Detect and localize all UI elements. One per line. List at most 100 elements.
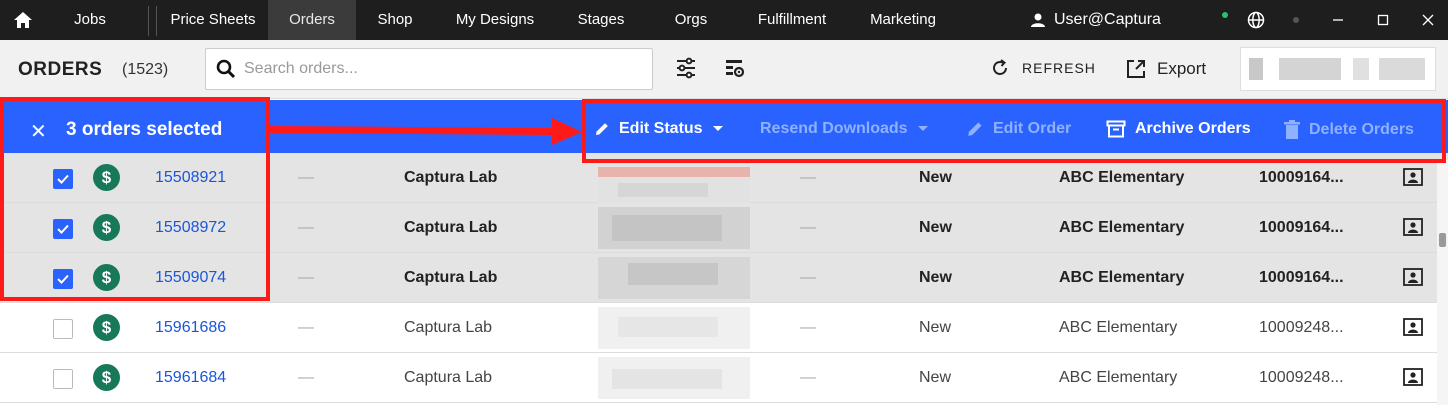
status-text: New (919, 269, 952, 286)
empty-cell: — (298, 219, 314, 236)
organization-name: ABC Elementary (1059, 319, 1178, 336)
nav-item-jobs[interactable]: Jobs (60, 0, 120, 40)
resend-downloads-button[interactable]: Resend Downloads (760, 120, 929, 138)
redacted-cell (598, 253, 750, 303)
search-input[interactable] (244, 57, 644, 81)
paid-dollar-icon: $ (93, 314, 120, 341)
id-card-icon[interactable] (1403, 168, 1423, 186)
orders-header: ORDERS (1523) REFRESH Export (0, 40, 1448, 99)
archive-orders-button[interactable]: Archive Orders (1106, 120, 1251, 138)
refresh-label: REFRESH (1022, 60, 1096, 76)
export-button[interactable]: Export (1125, 58, 1206, 80)
redacted-cell (598, 303, 750, 353)
id-card-icon[interactable] (1403, 218, 1423, 236)
home-button[interactable] (0, 0, 46, 40)
status-text: New (919, 219, 952, 236)
page-title: ORDERS (18, 59, 103, 80)
nav-item-orders[interactable]: Orders (268, 0, 356, 40)
user-menu[interactable]: User@Captura (1030, 0, 1161, 40)
order-code: 10009248... (1259, 319, 1344, 336)
id-card-icon[interactable] (1403, 318, 1423, 336)
scrollbar-thumb[interactable] (1439, 233, 1446, 247)
chevron-down-icon (712, 126, 723, 131)
chevron-down-icon (917, 126, 928, 131)
check-icon (57, 274, 69, 284)
table-row[interactable]: $ 15509074 — Captura Lab — New ABC Eleme… (0, 253, 1448, 303)
organization-name: ABC Elementary (1059, 169, 1185, 186)
table-row[interactable]: $ 15961684 — Captura Lab — New ABC Eleme… (0, 353, 1448, 403)
home-icon (14, 12, 32, 28)
lab-name: Captura Lab (404, 169, 498, 186)
pencil-icon (596, 123, 608, 135)
organization-name: ABC Elementary (1059, 369, 1178, 386)
empty-cell: — (298, 369, 314, 386)
delete-orders-label: Delete Orders (1309, 121, 1414, 138)
nav-item-my-designs[interactable]: My Designs (446, 0, 544, 40)
nav-item-shop[interactable]: Shop (366, 0, 424, 40)
check-icon (57, 224, 69, 234)
close-window-button[interactable] (1408, 0, 1448, 40)
selection-count-text: 3 orders selected (66, 119, 223, 140)
empty-cell: — (800, 169, 816, 186)
row-checkbox[interactable] (53, 369, 73, 389)
empty-cell: — (800, 319, 816, 336)
table-settings-icon[interactable] (724, 57, 746, 79)
selection-action-bar: ✕ 3 orders selected Edit Status Resend D… (0, 100, 1448, 160)
table-row[interactable]: $ 15961686 — Captura Lab — New ABC Eleme… (0, 303, 1448, 353)
search-icon (216, 59, 236, 79)
lab-name: Captura Lab (404, 269, 498, 286)
pencil-icon (968, 122, 982, 136)
nav-item-stages[interactable]: Stages (566, 0, 636, 40)
nav-item-price-sheets[interactable]: Price Sheets (160, 0, 266, 40)
order-number-link[interactable]: 15508972 (155, 219, 226, 237)
paid-dollar-icon: $ (93, 364, 120, 391)
table-row[interactable]: $ 15508921 — Captura Lab — New ABC Eleme… (0, 153, 1448, 203)
nav-divider (148, 6, 149, 36)
order-number-link[interactable]: 15509074 (155, 269, 226, 287)
lab-name: Captura Lab (404, 219, 498, 236)
maximize-button[interactable] (1363, 0, 1403, 40)
order-number-link[interactable]: 15961686 (155, 319, 226, 337)
nav-item-fulfillment[interactable]: Fulfillment (750, 0, 834, 40)
id-card-icon[interactable] (1403, 368, 1423, 386)
refresh-button[interactable]: REFRESH (990, 58, 1096, 78)
clear-selection-button[interactable]: ✕ (30, 119, 47, 144)
minimize-button[interactable] (1318, 0, 1358, 40)
check-icon (57, 174, 69, 184)
archive-orders-label: Archive Orders (1135, 120, 1251, 137)
maximize-icon (1377, 14, 1389, 26)
id-card-icon[interactable] (1403, 268, 1423, 286)
minimize-icon (1333, 19, 1343, 21)
redacted-account-box (1240, 47, 1436, 91)
order-number-link[interactable]: 15508921 (155, 169, 226, 187)
table-row[interactable]: $ 15508972 — Captura Lab — New ABC Eleme… (0, 203, 1448, 253)
delete-orders-button[interactable]: Delete Orders (1284, 120, 1414, 140)
trash-icon (1284, 120, 1300, 139)
row-checkbox[interactable] (53, 319, 73, 339)
organization-name: ABC Elementary (1059, 219, 1185, 236)
status-text: New (919, 319, 952, 336)
organization-name: ABC Elementary (1059, 269, 1185, 286)
online-status-dot (1222, 12, 1228, 18)
row-checkbox[interactable] (53, 169, 73, 189)
order-code: 10009164... (1259, 169, 1344, 186)
order-number-link[interactable]: 15961684 (155, 369, 226, 387)
language-button[interactable] (1236, 0, 1276, 40)
vertical-scrollbar[interactable] (1437, 160, 1448, 405)
nav-item-marketing[interactable]: Marketing (860, 0, 946, 40)
filter-sliders-icon[interactable] (675, 57, 697, 79)
user-icon (1031, 13, 1045, 27)
close-icon (1422, 14, 1434, 26)
nav-item-orgs[interactable]: Orgs (662, 0, 720, 40)
search-box (205, 48, 653, 90)
paid-dollar-icon: $ (93, 264, 120, 291)
row-checkbox[interactable] (53, 219, 73, 239)
annotation-arrow (268, 118, 582, 145)
globe-icon (1247, 11, 1265, 29)
edit-order-button[interactable]: Edit Order (966, 120, 1071, 138)
redacted-cell (598, 353, 750, 403)
row-checkbox[interactable] (53, 269, 73, 289)
edit-status-button[interactable]: Edit Status (594, 120, 724, 138)
export-icon (1127, 60, 1145, 78)
empty-cell: — (800, 219, 816, 236)
